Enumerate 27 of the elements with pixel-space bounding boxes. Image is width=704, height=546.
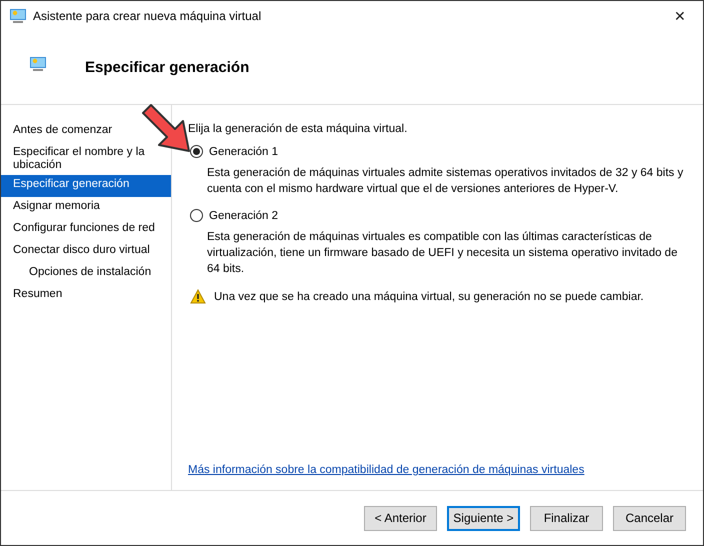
wizard-button[interactable]: Finalizar bbox=[530, 506, 603, 530]
wizard-button[interactable]: Siguiente > bbox=[447, 506, 520, 530]
sidebar-item[interactable]: Configurar funciones de red bbox=[1, 219, 167, 241]
instruction-text: Elija la generación de esta máquina virtual. bbox=[188, 123, 408, 135]
wizard-button[interactable]: < Anterior bbox=[364, 506, 437, 530]
sidebar-item[interactable]: Conectar disco duro virtual bbox=[1, 241, 162, 263]
sidebar-item[interactable]: Especificar el nombre y la ubicación bbox=[1, 143, 171, 175]
sidebar-item[interactable]: Opciones de instalación bbox=[1, 263, 164, 285]
warning-icon bbox=[190, 289, 206, 304]
monitor-icon bbox=[9, 8, 27, 24]
sidebar-item[interactable]: Especificar generación bbox=[1, 175, 171, 197]
radio-button[interactable] bbox=[190, 145, 203, 158]
window-title: Asistente para crear nueva máquina virtual bbox=[33, 9, 262, 23]
wizard-button[interactable]: Cancelar bbox=[613, 506, 686, 530]
radio-option[interactable]: Generación 1 bbox=[190, 145, 687, 158]
sidebar-item[interactable]: Resumen bbox=[1, 285, 74, 307]
sidebar-item[interactable]: Antes de comenzar bbox=[1, 121, 124, 143]
close-button[interactable]: ✕ bbox=[657, 1, 703, 31]
radio-option[interactable]: Generación 2 bbox=[190, 209, 687, 222]
page-heading: Especificar generación bbox=[85, 59, 250, 76]
option-description: Esta generación de máquinas virtuales admite sistemas operativos invitados de 32 y 64 bits y cuenta con el mismo hardware virtual que el de versiones anteriores de Hyper-V. bbox=[207, 166, 684, 197]
radio-button[interactable] bbox=[190, 209, 203, 222]
info-link[interactable]: Más información sobre la compatibilidad de generación de máquinas virtuales bbox=[188, 464, 687, 476]
warning-text: Una vez que se ha creado una máquina virtual, su generación no se puede cambiar. bbox=[214, 290, 644, 302]
monitor-icon bbox=[29, 56, 47, 72]
sidebar-item[interactable]: Asignar memoria bbox=[1, 197, 112, 219]
option-description: Esta generación de máquinas virtuales es compatible con las últimas características de virtualización, tiene un firmware basado de UEFI y necesita un sistema operativo invitado de 64 bits. bbox=[207, 230, 678, 277]
